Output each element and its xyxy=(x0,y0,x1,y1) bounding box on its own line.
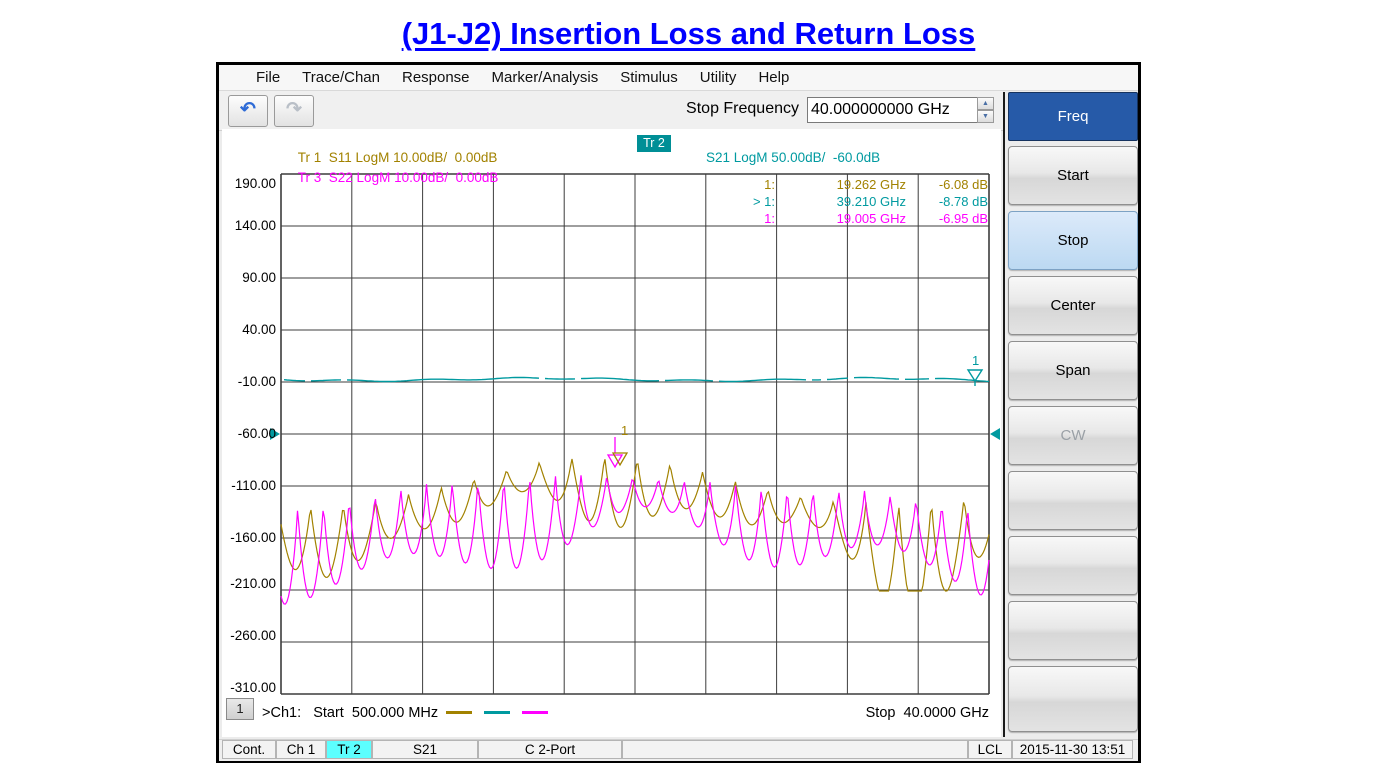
status-clock: 2015-11-30 13:51 xyxy=(1012,740,1133,759)
softkey-center[interactable]: Center xyxy=(1008,276,1138,335)
undo-button[interactable]: ↶ xyxy=(228,95,268,127)
marker-readout-row: 1:19.005 GHz-6.95 dB xyxy=(631,211,988,226)
stop-value: 40.0000 GHz xyxy=(904,705,989,721)
softkey-span[interactable]: Span xyxy=(1008,341,1138,400)
legend-trace3[interactable]: Tr 3 S22 LogM 10.00dB/ 0.00dB xyxy=(268,155,498,200)
marker-value: -8.78 dB xyxy=(906,194,988,209)
softkey-sidebar: Freq Start Stop Center Span CW xyxy=(1007,65,1137,737)
stop-frequency-input[interactable] xyxy=(807,97,979,123)
status-sweep-mode: Cont. xyxy=(222,740,276,759)
y-axis-label: -10.00 xyxy=(222,374,276,389)
stop-frequency-stepper: ▲ ▼ xyxy=(977,97,994,123)
menu-item-stimulus[interactable]: Stimulus xyxy=(609,66,689,89)
legend-trace2-selected-box[interactable]: Tr 2 xyxy=(637,135,671,152)
legend-trace2[interactable]: S21 LogM 50.00dB/ -60.0dB xyxy=(676,135,880,180)
status-measurement: S21 xyxy=(372,740,478,759)
y-axis-label: -110.00 xyxy=(222,478,276,493)
softkey-stop[interactable]: Stop xyxy=(1008,211,1138,270)
ref-level-arrow-right xyxy=(990,428,1000,440)
page-title: (J1-J2) Insertion Loss and Return Loss xyxy=(0,16,1377,52)
menu-item-help[interactable]: Help xyxy=(747,66,800,89)
channel-tab[interactable]: 1 xyxy=(226,698,254,720)
status-spacer xyxy=(622,740,968,759)
marker-number: 1: xyxy=(631,211,775,226)
softkey-cw[interactable]: CW xyxy=(1008,406,1138,465)
y-axis-label: -260.00 xyxy=(222,628,276,643)
marker-number: > 1: xyxy=(631,194,775,209)
marker-value: -6.95 dB xyxy=(906,211,988,226)
trace3-color-dash xyxy=(522,711,548,714)
menu-item-response[interactable]: Response xyxy=(391,66,481,89)
marker1-trace2-label: 1 xyxy=(972,353,979,368)
softkey-freq[interactable]: Freq xyxy=(1008,92,1138,141)
softkey-start[interactable]: Start xyxy=(1008,146,1138,205)
trace-s21-path xyxy=(284,378,989,382)
status-active-trace: Tr 2 xyxy=(326,740,372,759)
legend-trace3-text: S22 LogM 10.00dB/ 0.00dB xyxy=(329,170,499,185)
status-bar: Cont.Ch 1Tr 2S21C 2-Port LCL2015-11-30 13… xyxy=(219,739,1138,761)
start-value: 500.000 MHz xyxy=(352,705,438,721)
marker-number: 1: xyxy=(631,177,775,192)
y-axis-label: 40.00 xyxy=(222,322,276,337)
menu-item-trace-chan[interactable]: Trace/Chan xyxy=(291,66,391,89)
status-local-remote: LCL xyxy=(968,740,1012,759)
y-axis-label: -160.00 xyxy=(222,530,276,545)
y-axis-label: -210.00 xyxy=(222,576,276,591)
marker-value: -6.08 dB xyxy=(906,177,988,192)
menu-bar: FileTrace/ChanResponseMarker/AnalysisSti… xyxy=(219,65,1138,91)
softkey-blank-8[interactable] xyxy=(1008,601,1138,660)
stimulus-stop-info: Stop 40.0000 GHz xyxy=(782,705,989,737)
measurement-display: 11 Tr 1 S11 LogM 10.00dB/ 0.00dB Tr 2 S2… xyxy=(222,129,1001,737)
start-label: Start xyxy=(313,705,344,721)
menu-item-file[interactable]: File xyxy=(245,66,291,89)
softkey-blank-6[interactable] xyxy=(1008,471,1138,530)
vna-application-window: FileTrace/ChanResponseMarker/AnalysisSti… xyxy=(216,62,1141,763)
softkey-blank-7[interactable] xyxy=(1008,536,1138,595)
screen: (J1-J2) Insertion Loss and Return Loss F… xyxy=(0,0,1377,783)
marker-readout-row: 1:19.262 GHz-6.08 dB xyxy=(631,177,988,192)
softkey-blank-9[interactable] xyxy=(1008,666,1138,732)
trace1-color-dash xyxy=(446,711,472,714)
menu-item-utility[interactable]: Utility xyxy=(689,66,748,89)
marker-readout-row: > 1:39.210 GHz-8.78 dB xyxy=(631,194,988,209)
status-calibration: C 2-Port xyxy=(478,740,622,759)
legend-trace2-text: S21 LogM 50.00dB/ -60.0dB xyxy=(706,150,880,165)
y-axis-label: 90.00 xyxy=(222,270,276,285)
marker1-trace1-label: 1 xyxy=(621,423,628,438)
channel-label: >Ch1: xyxy=(262,705,301,721)
marker-frequency: 39.210 GHz xyxy=(775,194,906,209)
toolbar: ↶ ↷ Stop Frequency ▲ ▼ xyxy=(219,91,1005,131)
y-axis-label: 190.00 xyxy=(222,176,276,191)
stop-frequency-label: Stop Frequency xyxy=(649,100,799,118)
stepper-up-icon[interactable]: ▲ xyxy=(977,97,994,110)
y-axis-label: -310.00 xyxy=(222,680,276,695)
trace2-color-dash xyxy=(484,711,510,714)
marker-frequency: 19.005 GHz xyxy=(775,211,906,226)
y-axis-label: 140.00 xyxy=(222,218,276,233)
legend-trace3-id: Tr 3 xyxy=(298,170,322,185)
stimulus-info: >Ch1: Start 500.000 MHz xyxy=(262,705,560,737)
display-sidebar-divider xyxy=(1003,92,1005,737)
status-channel-indicator: Ch 1 xyxy=(276,740,326,759)
redo-button[interactable]: ↷ xyxy=(274,95,314,127)
stepper-down-icon[interactable]: ▼ xyxy=(977,110,994,123)
y-axis-label: -60.00 xyxy=(222,426,276,441)
marker-frequency: 19.262 GHz xyxy=(775,177,906,192)
stop-label: Stop xyxy=(866,705,896,721)
menu-item-marker-analysis[interactable]: Marker/Analysis xyxy=(481,66,610,89)
